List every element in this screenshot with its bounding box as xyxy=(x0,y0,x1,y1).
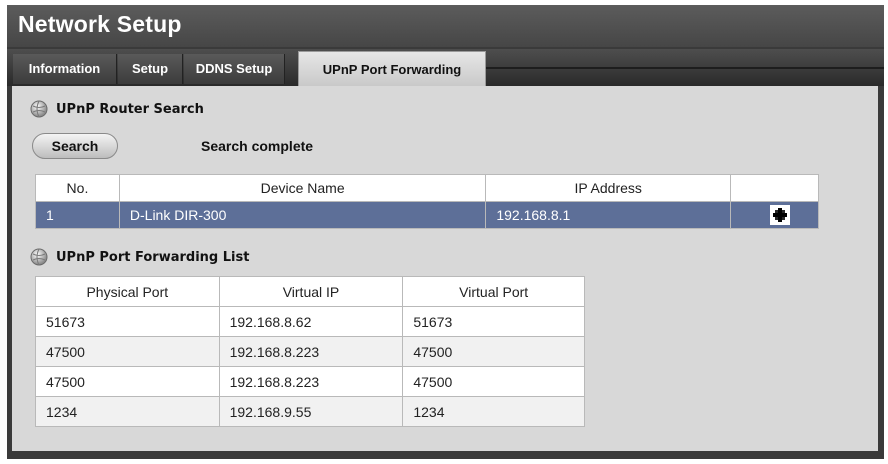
router-row[interactable]: 1 D-Link DIR-300 192.168.8.1 xyxy=(35,201,819,229)
table-row[interactable]: 51673 192.168.8.62 51673 xyxy=(35,306,585,337)
column-header-ip-address: IP Address xyxy=(485,174,732,202)
virtual-port-cell: 47500 xyxy=(402,336,585,367)
port-forwarding-header: UPnP Port Forwarding List xyxy=(30,246,249,268)
router-no-cell: 1 xyxy=(35,201,120,229)
virtual-ip-cell: 192.168.8.223 xyxy=(218,366,404,397)
router-table: No. Device Name IP Address 1 D-Link DIR-… xyxy=(35,174,819,229)
column-header-virtual-port: Virtual Port xyxy=(402,276,585,307)
table-row[interactable]: 1234 192.168.9.55 1234 xyxy=(35,396,585,427)
column-header-device-name: Device Name xyxy=(118,174,487,202)
router-search-title: UPnP Router Search xyxy=(56,101,204,117)
physical-port-cell: 47500 xyxy=(35,336,220,367)
virtual-ip-cell: 192.168.8.223 xyxy=(218,336,404,367)
router-search-header: UPnP Router Search xyxy=(30,98,204,120)
globe-icon xyxy=(30,100,48,118)
tab-upnp-port-forwarding[interactable]: UPnP Port Forwarding xyxy=(298,51,486,86)
content-panel: UPnP Router Search Search Search complet… xyxy=(12,86,878,451)
port-forwarding-table: Physical Port Virtual IP Virtual Port 51… xyxy=(35,276,585,427)
virtual-ip-cell: 192.168.9.55 xyxy=(218,396,404,427)
column-header-physical-port: Physical Port xyxy=(35,276,220,307)
port-forwarding-title: UPnP Port Forwarding List xyxy=(56,249,250,265)
virtual-ip-cell: 192.168.8.62 xyxy=(218,306,404,337)
router-ip-cell: 192.168.8.1 xyxy=(485,201,732,229)
tab-bar-divider xyxy=(486,67,884,69)
tab-information[interactable]: Information xyxy=(13,54,117,84)
tab-bar: Information Setup DDNS Setup UPnP Port F… xyxy=(7,49,884,86)
router-device-name-cell: D-Link DIR-300 xyxy=(118,201,487,229)
virtual-port-cell: 1234 xyxy=(402,396,585,427)
physical-port-cell: 1234 xyxy=(35,396,220,427)
window-frame: Network Setup Information Setup DDNS Set… xyxy=(7,5,884,459)
globe-icon xyxy=(30,248,48,266)
router-table-header: No. Device Name IP Address xyxy=(35,174,819,202)
column-header-no: No. xyxy=(35,174,120,202)
column-header-virtual-ip: Virtual IP xyxy=(218,276,404,307)
port-forwarding-table-header: Physical Port Virtual IP Virtual Port xyxy=(35,276,585,307)
tab-ddns-setup[interactable]: DDNS Setup xyxy=(184,54,285,84)
table-row[interactable]: 47500 192.168.8.223 47500 xyxy=(35,336,585,367)
search-status: Search complete xyxy=(201,138,314,154)
physical-port-cell: 47500 xyxy=(35,366,220,397)
search-button[interactable]: Search xyxy=(32,133,118,159)
plus-icon[interactable] xyxy=(769,205,790,225)
virtual-port-cell: 51673 xyxy=(402,306,585,337)
plus-icon-glyph xyxy=(772,208,787,222)
table-row[interactable]: 47500 192.168.8.223 47500 xyxy=(35,366,585,397)
page-title: Network Setup xyxy=(18,11,182,37)
title-bar: Network Setup xyxy=(7,5,884,47)
tab-setup[interactable]: Setup xyxy=(118,54,183,84)
router-action-cell xyxy=(730,201,819,229)
physical-port-cell: 51673 xyxy=(35,306,220,337)
column-header-action xyxy=(730,174,819,202)
virtual-port-cell: 47500 xyxy=(402,366,585,397)
